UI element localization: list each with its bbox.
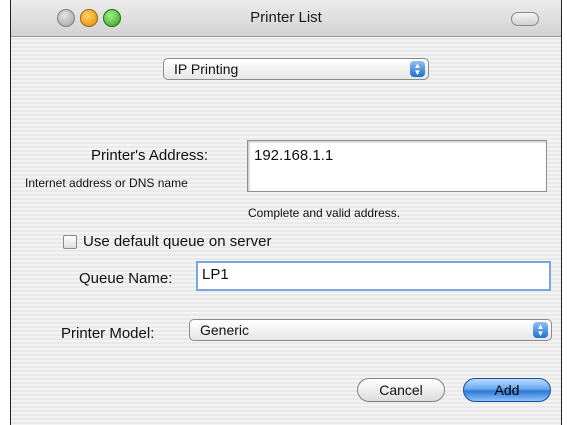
protocol-popup[interactable]: IP Printing ▲ ▼ bbox=[163, 58, 429, 80]
default-queue-checkbox[interactable] bbox=[63, 235, 77, 249]
printer-address-value: 192.168.1.1 bbox=[254, 147, 334, 164]
queue-name-label: Queue Name: bbox=[79, 270, 173, 287]
popup-arrows-icon: ▲ ▼ bbox=[533, 322, 548, 338]
queue-name-field[interactable]: LP1 bbox=[196, 261, 551, 291]
window-title: Printer List bbox=[250, 9, 322, 26]
default-queue-label: Use default queue on server bbox=[83, 233, 272, 250]
protocol-popup-value: IP Printing bbox=[174, 61, 239, 77]
toolbar-toggle-button[interactable] bbox=[511, 12, 539, 26]
printer-model-value: Generic bbox=[200, 322, 250, 338]
add-button[interactable]: Add bbox=[463, 378, 551, 402]
printer-list-window: Printer List IP Printing ▲ ▼ Printer's Ad… bbox=[10, 0, 562, 425]
printer-address-label: Printer's Address: bbox=[91, 147, 209, 164]
popup-arrows-icon: ▲ ▼ bbox=[410, 61, 425, 77]
cancel-button[interactable]: Cancel bbox=[357, 378, 445, 402]
address-status: Complete and valid address. bbox=[248, 206, 401, 220]
printer-model-popup[interactable]: Generic ▲ ▼ bbox=[189, 319, 552, 341]
title-bar: Printer List bbox=[11, 0, 561, 37]
queue-name-value: LP1 bbox=[202, 266, 229, 283]
printer-address-field[interactable]: 192.168.1.1 bbox=[247, 140, 547, 192]
printer-model-label: Printer Model: bbox=[61, 325, 155, 342]
address-hint: Internet address or DNS name bbox=[25, 176, 188, 190]
